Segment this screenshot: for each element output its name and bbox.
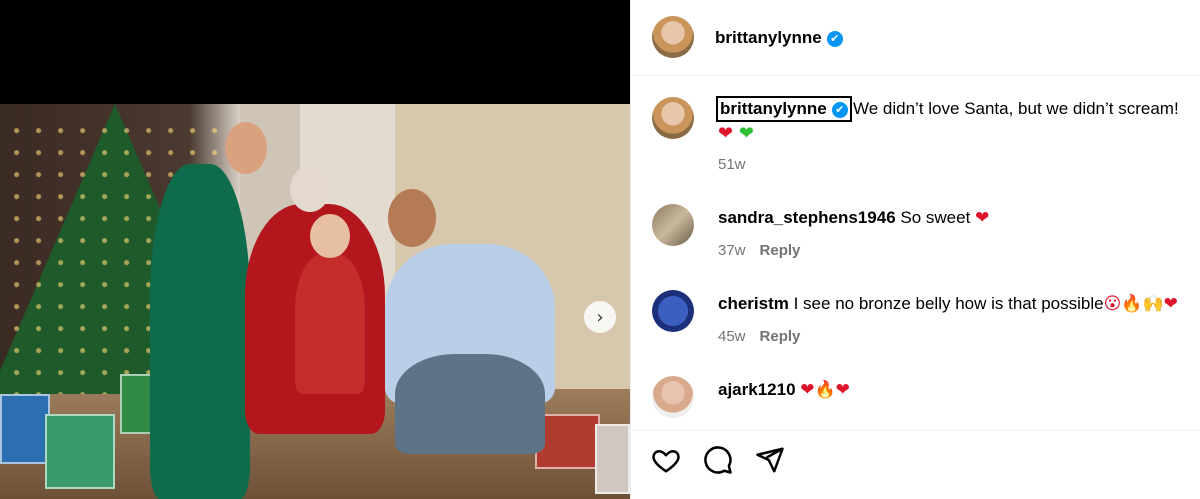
caption-avatar[interactable] <box>652 97 694 139</box>
post-media: › <box>0 0 630 499</box>
verified-badge-icon: ✔ <box>826 31 843 47</box>
comment-item: ajark1210 ❤🔥❤ <box>718 380 850 400</box>
comment-age: 45w <box>718 328 746 345</box>
post-actions-bar <box>631 430 1200 499</box>
post-side-panel: brittanylynne ✔ brittanylynne ✔ We didn’t … <box>630 0 1200 499</box>
caption-text: We didn’t love Santa, but we didn’t scre… <box>853 99 1179 118</box>
comment-emojis: ❤🔥❤ <box>800 380 850 400</box>
reply-button[interactable]: Reply <box>760 328 801 345</box>
author-username-text[interactable]: brittanylynne <box>715 28 822 47</box>
comment-username[interactable]: ajark1210 <box>718 380 796 399</box>
green-heart-icon: ❤ <box>738 123 754 144</box>
verified-badge-icon: ✔ <box>831 102 848 118</box>
next-photo-button[interactable]: › <box>584 301 616 333</box>
reply-button[interactable]: Reply <box>760 242 801 259</box>
comment-meta: 45w Reply <box>718 328 800 345</box>
comment-text: I see no bronze belly how is that possib… <box>793 294 1104 313</box>
comment-item: sandra_stephens1946 So sweet ❤ <box>718 208 989 228</box>
comment-username[interactable]: cheristm <box>718 294 789 313</box>
post-header: brittanylynne ✔ <box>631 0 1200 76</box>
caption-username[interactable]: brittanylynne ✔ <box>716 96 852 122</box>
chevron-right-icon: › <box>596 306 604 328</box>
comment-username[interactable]: sandra_stephens1946 <box>718 208 896 227</box>
comment-text: So sweet <box>900 208 971 227</box>
author-avatar[interactable] <box>652 16 694 58</box>
post-photo <box>0 104 630 499</box>
speech-bubble-icon[interactable] <box>703 445 733 475</box>
paper-plane-icon[interactable] <box>755 445 785 475</box>
comment-avatar[interactable] <box>652 290 694 332</box>
caption-age: 51w <box>718 156 746 173</box>
comment-avatar[interactable] <box>652 376 694 418</box>
red-heart-icon: ❤ <box>975 208 990 228</box>
comment-item: cheristm I see no bronze belly how is th… <box>718 294 1178 314</box>
heart-outline-icon[interactable] <box>651 445 681 475</box>
caption-username-text[interactable]: brittanylynne <box>720 99 827 118</box>
red-heart-icon: ❤ <box>718 123 734 144</box>
comment-avatar[interactable] <box>652 204 694 246</box>
caption-emojis: ❤ ❤ <box>718 123 754 144</box>
comment-meta: 37w Reply <box>718 242 800 259</box>
comment-age: 37w <box>718 242 746 259</box>
author-username[interactable]: brittanylynne ✔ <box>715 28 843 48</box>
comment-emojis: 😮🔥🙌❤ <box>1103 294 1178 314</box>
